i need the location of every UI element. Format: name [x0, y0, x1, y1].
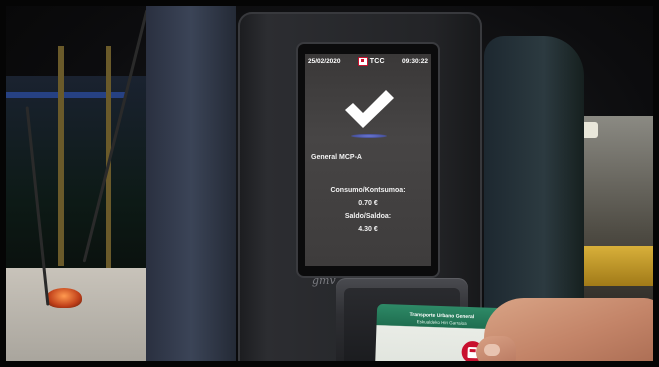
checkmark-icon: [343, 88, 395, 134]
fare-profile: General MCP-A: [311, 154, 362, 161]
brand-logo: gmv: [312, 274, 336, 287]
date-label: 25/02/2020: [308, 57, 341, 65]
consumption-value: 0.70 €: [358, 200, 378, 207]
orange-lamp: [46, 288, 82, 308]
status-bar: 25/02/2020 TCC 09:30:22: [305, 54, 431, 68]
fare-info: Consumo/Kontsumoa: 0.70 € Saldo/Saldoa: …: [305, 184, 431, 236]
bus-pillar: [146, 6, 236, 361]
photo-frame: 25/02/2020 TCC 09:30:22 General MCP-A Co…: [6, 6, 653, 361]
time-label: 09:30:22: [401, 57, 428, 65]
thumbnail: [484, 344, 500, 356]
balance-value: 4.30 €: [358, 226, 378, 233]
operator-logo-text: TCC: [369, 57, 385, 65]
screen-bezel: 25/02/2020 TCC 09:30:22 General MCP-A Co…: [298, 44, 438, 276]
operator-logo-icon: [357, 56, 368, 66]
consumption-label: Consumo/Kontsumoa:: [330, 187, 406, 194]
yellow-pole: [58, 46, 64, 266]
operator-logo: TCC: [357, 56, 385, 66]
seat-back: [484, 36, 584, 336]
validator-screen: 25/02/2020 TCC 09:30:22 General MCP-A Co…: [305, 54, 431, 266]
counter-surface: [6, 268, 156, 361]
checkmark-glow: [351, 134, 387, 138]
balance-label: Saldo/Saldoa:: [344, 213, 392, 220]
